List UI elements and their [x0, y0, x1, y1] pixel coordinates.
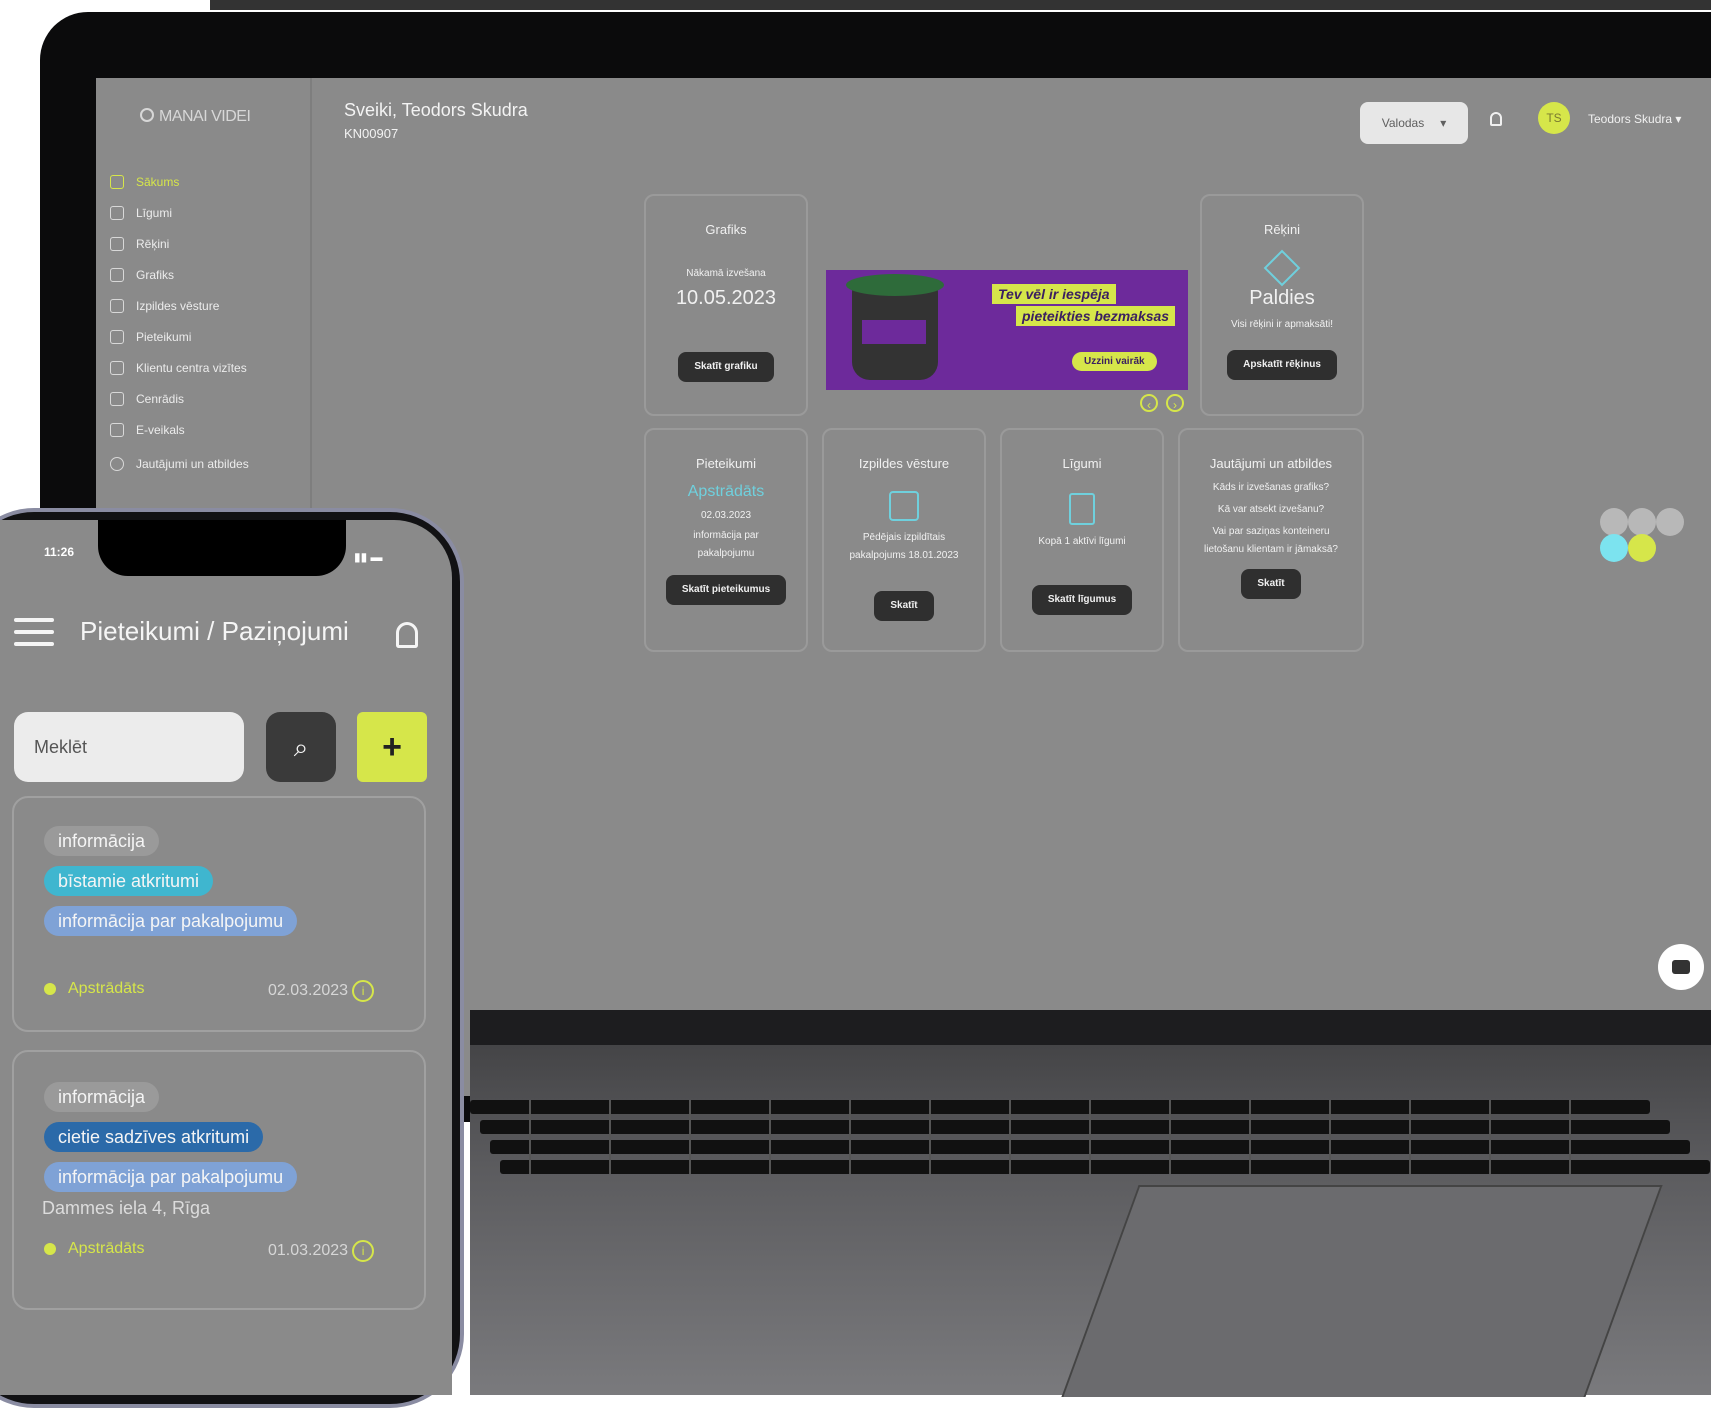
bucket-lid — [846, 274, 944, 296]
search-button[interactable]: ⌕ — [266, 712, 336, 782]
decor-dot — [1600, 508, 1628, 536]
view-schedule-button[interactable]: Skatīt grafiku — [678, 352, 774, 382]
request-item[interactable]: informācija bīstamie atkritumi informāci… — [12, 796, 426, 1032]
logo[interactable]: MANAI VIDEI — [140, 108, 251, 126]
status-badge: Apstrādāts — [44, 1240, 144, 1258]
sidebar-item-jautajumi[interactable]: Jautājumi un atbildes — [110, 450, 249, 478]
view-invoices-button[interactable]: Apskatīt rēķinus — [1227, 350, 1337, 380]
bucket-label — [862, 320, 926, 344]
view-contracts-button[interactable]: Skatīt līgumus — [1031, 585, 1133, 615]
question-icon — [110, 457, 124, 471]
bell-icon[interactable] — [1490, 112, 1502, 126]
price-tag-icon — [110, 392, 124, 406]
visits-icon — [110, 361, 124, 375]
history-icon — [110, 299, 124, 313]
add-request-button[interactable]: + — [357, 712, 427, 782]
calendar-icon — [110, 268, 124, 282]
chevron-down-icon: ▾ — [1675, 112, 1682, 126]
schedule-card: Grafiks Nākamā izvešana 10.05.2023 Skatī… — [644, 194, 808, 416]
sidebar-item-izpildes-vesture[interactable]: Izpildes vēsture — [110, 292, 219, 320]
avatar[interactable]: TS — [1538, 102, 1570, 134]
search-icon: ⌕ — [293, 732, 309, 762]
language-select[interactable]: Valodas ▾ — [1360, 102, 1468, 144]
menu-icon[interactable] — [14, 618, 54, 654]
contract-icon — [1069, 493, 1095, 525]
decor-dot — [1656, 508, 1684, 536]
learn-more-button[interactable]: Uzzini vairāk — [1072, 352, 1157, 371]
view-faq-button[interactable]: Skatīt — [1241, 569, 1301, 599]
request-item[interactable]: informācija cietie sadzīves atkritumi in… — [12, 1050, 426, 1310]
laptop-hinge — [470, 1010, 1711, 1045]
next-pickup-date: 10.05.2023 — [675, 287, 777, 309]
cart-icon — [110, 423, 124, 437]
sidebar-item-label: Līgumi — [136, 206, 173, 220]
faq-card: Jautājumi un atbildes Kāds ir izvešanas … — [1178, 428, 1364, 652]
request-status: Apstrādāts — [687, 483, 765, 500]
trackpad — [1061, 1185, 1663, 1397]
greeting: Sveiki, Teodors Skudra — [344, 100, 528, 120]
sidebar-item-pieteikumi[interactable]: Pieteikumi — [110, 323, 191, 351]
chevron-down-icon: ▾ — [1440, 116, 1447, 130]
sidebar-item-label: Jautājumi un atbildes — [136, 457, 249, 471]
view-requests-button[interactable]: Skatīt pieteikumus — [665, 575, 787, 605]
chat-button[interactable] — [1658, 944, 1704, 990]
user-menu[interactable]: Teodors Skudra ▾ — [1588, 112, 1681, 126]
dashboard-icon — [110, 175, 124, 189]
sidebar-item-label: E-veikals — [136, 423, 185, 437]
history-card: Izpildes vēsture Pēdējais izpildītais pa… — [822, 428, 986, 652]
search-input[interactable]: Meklēt — [14, 712, 244, 782]
contracts-card: Līgumi Kopā 1 aktīvi līgumi Skatīt līgum… — [1000, 428, 1164, 652]
request-address: Dammes iela 4, Rīga — [42, 1198, 211, 1218]
sidebar-item-label: Sākums — [136, 175, 180, 189]
chat-icon — [1672, 960, 1690, 974]
sidebar-item-label: Pieteikumi — [136, 330, 192, 344]
logo-icon — [140, 108, 154, 122]
requests-card: Pieteikumi Apstrādāts 02.03.2023 informā… — [644, 428, 808, 652]
phone-clock: 11:26 — [44, 545, 75, 559]
thank-you-icon — [1263, 249, 1301, 287]
sidebar-item-klientu-centra-vizites[interactable]: Klientu centra vizītes — [110, 354, 247, 382]
battery-icon: ▮▮ ▬ — [354, 550, 383, 564]
status-dot-icon — [44, 1243, 56, 1255]
bell-icon[interactable] — [396, 622, 418, 648]
customer-id: KN00907 — [344, 126, 399, 141]
requests-icon — [110, 330, 124, 344]
invoice-icon — [110, 237, 124, 251]
promo-banner[interactable]: Tev vēl ir iespēja pieteikties bezmaksas… — [826, 270, 1188, 390]
sidebar-item-label: Rēķini — [136, 237, 170, 251]
sidebar-item-sakums[interactable]: Sākums — [110, 168, 179, 196]
decor-dot — [1628, 508, 1656, 536]
sidebar-item-cenradis[interactable]: Cenrādis — [110, 385, 184, 413]
arrow-right-icon[interactable]: › — [1166, 394, 1184, 412]
phone-screen: informācija bīstamie atkritumi informāci… — [0, 520, 452, 1395]
sidebar-item-e-veikals[interactable]: E-veikals — [110, 416, 185, 444]
arrow-left-icon[interactable]: ‹ — [1140, 394, 1158, 412]
sidebar-item-label: Cenrādis — [136, 392, 185, 406]
sidebar-item-label: Grafiks — [136, 268, 175, 282]
calendar-icon — [889, 491, 919, 521]
info-icon[interactable]: i — [352, 980, 375, 1002]
sidebar-item-ligumi[interactable]: Līgumi — [110, 199, 172, 227]
sidebar-item-rekini[interactable]: Rēķini — [110, 230, 169, 258]
contract-icon — [110, 206, 124, 220]
view-history-button[interactable]: Skatīt — [874, 591, 934, 621]
decor-dot — [1628, 534, 1656, 562]
status-dot-icon — [44, 983, 56, 995]
laptop-top-edge — [210, 0, 1711, 10]
info-icon[interactable]: i — [352, 1240, 375, 1262]
sidebar-item-label: Klientu centra vizītes — [136, 361, 247, 375]
sidebar-item-label: Izpildes vēsture — [136, 299, 220, 313]
phone-notch — [98, 520, 346, 576]
decor-dot — [1600, 534, 1628, 562]
keyboard — [470, 1100, 1710, 1174]
status-badge: Apstrādāts — [44, 980, 144, 998]
invoices-card: Rēķini Paldies Visi rēķini ir apmaksāti!… — [1200, 194, 1364, 416]
page-title: Pieteikumi / Paziņojumi — [80, 616, 349, 646]
sidebar-item-grafiks[interactable]: Grafiks — [110, 261, 174, 289]
